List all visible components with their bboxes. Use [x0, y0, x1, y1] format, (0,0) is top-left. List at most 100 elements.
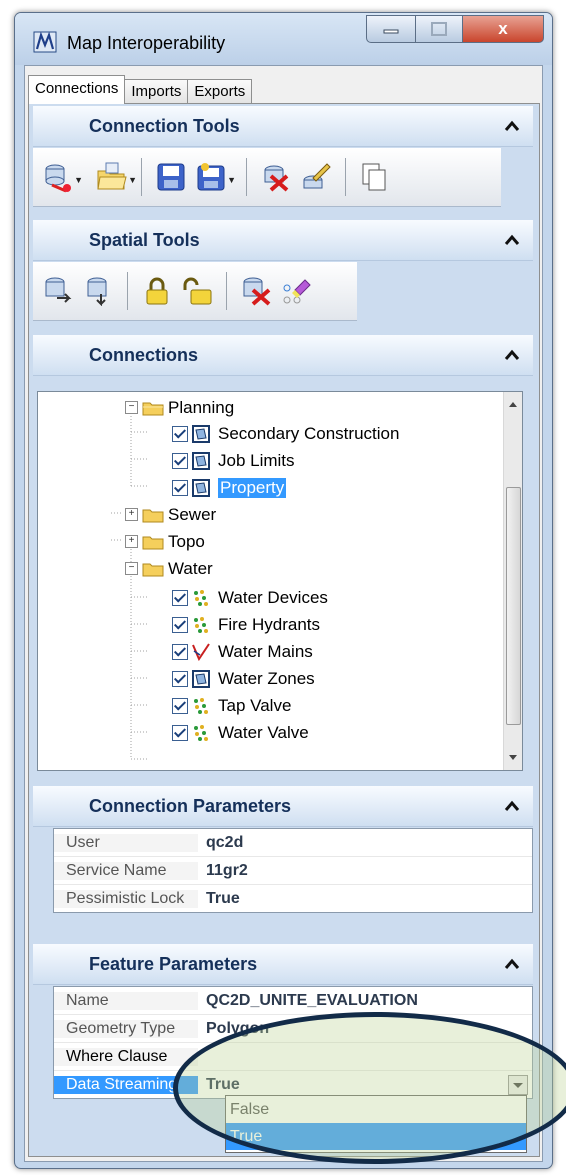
collapse-chevron-icon[interactable] [503, 955, 521, 973]
tree-layer-water-valve[interactable]: Water Valve [172, 719, 309, 746]
layer-checkbox[interactable] [172, 616, 188, 633]
tree-node-water[interactable]: − Water [125, 555, 213, 582]
clear-button[interactable] [279, 273, 313, 309]
polygon-layer-icon [192, 669, 210, 688]
open-connection-button[interactable]: ▼ [95, 159, 137, 195]
close-button[interactable]: x [463, 15, 544, 43]
dropdown-arrow-icon[interactable]: ▼ [74, 175, 83, 185]
feature-parameters-header[interactable]: Feature Parameters [33, 944, 533, 985]
lock-button[interactable] [140, 273, 174, 309]
collapse-chevron-icon[interactable] [503, 797, 521, 815]
remove-connection-icon [264, 165, 289, 192]
save-as-connection-button[interactable]: ▼ [194, 159, 236, 195]
save-icon [157, 163, 185, 191]
param-row-name[interactable]: Name QC2D_UNITE_EVALUATION [54, 987, 532, 1015]
connections-tree[interactable]: − Planning Secondary Construction Job Li… [37, 391, 523, 771]
connection-parameters-header[interactable]: Connection Parameters [33, 786, 533, 827]
edit-connection-button[interactable] [299, 159, 333, 195]
scroll-up-icon[interactable] [504, 396, 522, 414]
param-row-service-name[interactable]: Service Name 11gr2 [54, 857, 532, 885]
collapse-node-icon[interactable]: − [125, 401, 138, 414]
connection-tools-header[interactable]: Connection Tools [33, 106, 533, 147]
spatial-query-button[interactable] [41, 273, 75, 309]
node-label: Planning [168, 397, 235, 417]
param-value[interactable]: QC2D_UNITE_EVALUATION [198, 992, 532, 1010]
tab-exports[interactable]: Exports [187, 79, 253, 104]
expand-node-icon[interactable]: + [125, 535, 138, 548]
folder-icon [142, 402, 164, 415]
scrollbar-thumb[interactable] [506, 487, 521, 725]
tab-connections[interactable]: Connections [28, 75, 126, 104]
spatial-tools-header[interactable]: Spatial Tools [33, 220, 533, 261]
remove-connection-button[interactable] [259, 159, 293, 195]
database-arrow-icon [45, 277, 72, 303]
param-row-pessimistic-lock[interactable]: Pessimistic Lock True [54, 885, 532, 912]
param-value[interactable]: True [198, 890, 532, 908]
layer-checkbox[interactable] [172, 479, 188, 496]
collapse-node-icon[interactable]: − [125, 562, 138, 575]
tree-node-sewer[interactable]: + Sewer [125, 501, 216, 528]
tree-node-topo[interactable]: + Topo [125, 528, 205, 555]
layer-checkbox[interactable] [172, 724, 188, 741]
tree-node-planning[interactable]: − Planning [125, 394, 234, 421]
tree-layer-property[interactable]: Property [172, 474, 287, 501]
save-as-icon [197, 163, 225, 191]
tree-layer-water-devices[interactable]: Water Devices [172, 584, 328, 611]
delete-features-button[interactable] [239, 273, 273, 309]
delete-features-icon [243, 277, 271, 306]
section-title: Connection Parameters [89, 796, 292, 816]
spatial-fetch-button[interactable] [81, 273, 115, 309]
layer-checkbox[interactable] [172, 670, 188, 687]
dropdown-arrow-icon[interactable]: ▼ [227, 175, 236, 185]
connections-header[interactable]: Connections [33, 335, 533, 376]
toolbar-separator [141, 158, 142, 196]
layer-checkbox[interactable] [172, 452, 188, 469]
tree-layer-fire-hydrants[interactable]: Fire Hydrants [172, 611, 320, 638]
dropdown-arrow-icon[interactable]: ▼ [128, 175, 137, 185]
param-value[interactable]: qc2d [198, 834, 532, 852]
layer-checkbox[interactable] [172, 643, 188, 660]
layer-label: Water Mains [218, 641, 313, 661]
toolbar-separator [127, 272, 128, 310]
param-name: Service Name [54, 861, 198, 880]
node-label: Sewer [168, 504, 217, 524]
layer-checkbox[interactable] [172, 697, 188, 714]
copy-connection-button[interactable] [358, 159, 392, 195]
new-connection-button[interactable]: ▼ [41, 159, 83, 195]
param-name: User [54, 833, 198, 852]
client-area: Connections Imports Exports Connection T… [24, 65, 543, 1162]
param-value[interactable]: 11gr2 [198, 862, 532, 880]
tab-strip: Connections Imports Exports [25, 74, 253, 104]
database-down-icon [87, 277, 107, 306]
minimize-button[interactable] [366, 15, 416, 43]
close-icon: x [498, 19, 508, 38]
window-title: Map Interoperability [67, 33, 226, 53]
expand-node-icon[interactable]: + [125, 508, 138, 521]
point-layer-icon [194, 589, 208, 606]
tree-scrollbar[interactable] [503, 392, 522, 770]
collapse-chevron-icon[interactable] [503, 231, 521, 249]
maximize-icon [431, 22, 447, 36]
layer-checkbox[interactable] [172, 589, 188, 606]
copy-icon [362, 163, 386, 191]
tree-layer-water-zones[interactable]: Water Zones [172, 665, 315, 692]
scroll-down-icon[interactable] [504, 748, 522, 766]
collapse-chevron-icon[interactable] [503, 117, 521, 135]
tab-imports[interactable]: Imports [124, 79, 189, 104]
tree-layer-tap-valve[interactable]: Tap Valve [172, 692, 291, 719]
collapse-chevron-icon[interactable] [503, 346, 521, 364]
tree-layer-water-mains[interactable]: Water Mains [172, 638, 313, 665]
param-row-user[interactable]: User qc2d [54, 829, 532, 857]
layer-label: Water Zones [218, 668, 315, 688]
node-label: Water [168, 558, 213, 578]
open-folder-icon [97, 162, 127, 190]
tree-layer-job-limits[interactable]: Job Limits [172, 447, 295, 474]
tree-layer-secondary-construction[interactable]: Secondary Construction [172, 420, 399, 447]
layer-checkbox[interactable] [172, 425, 188, 442]
save-connection-button[interactable] [154, 159, 188, 195]
unlock-button[interactable] [180, 273, 214, 309]
section-title: Connections [89, 345, 199, 365]
toolbar-separator [345, 158, 346, 196]
maximize-button[interactable] [416, 15, 463, 43]
title-bar[interactable]: Map Interoperability x [15, 13, 552, 65]
